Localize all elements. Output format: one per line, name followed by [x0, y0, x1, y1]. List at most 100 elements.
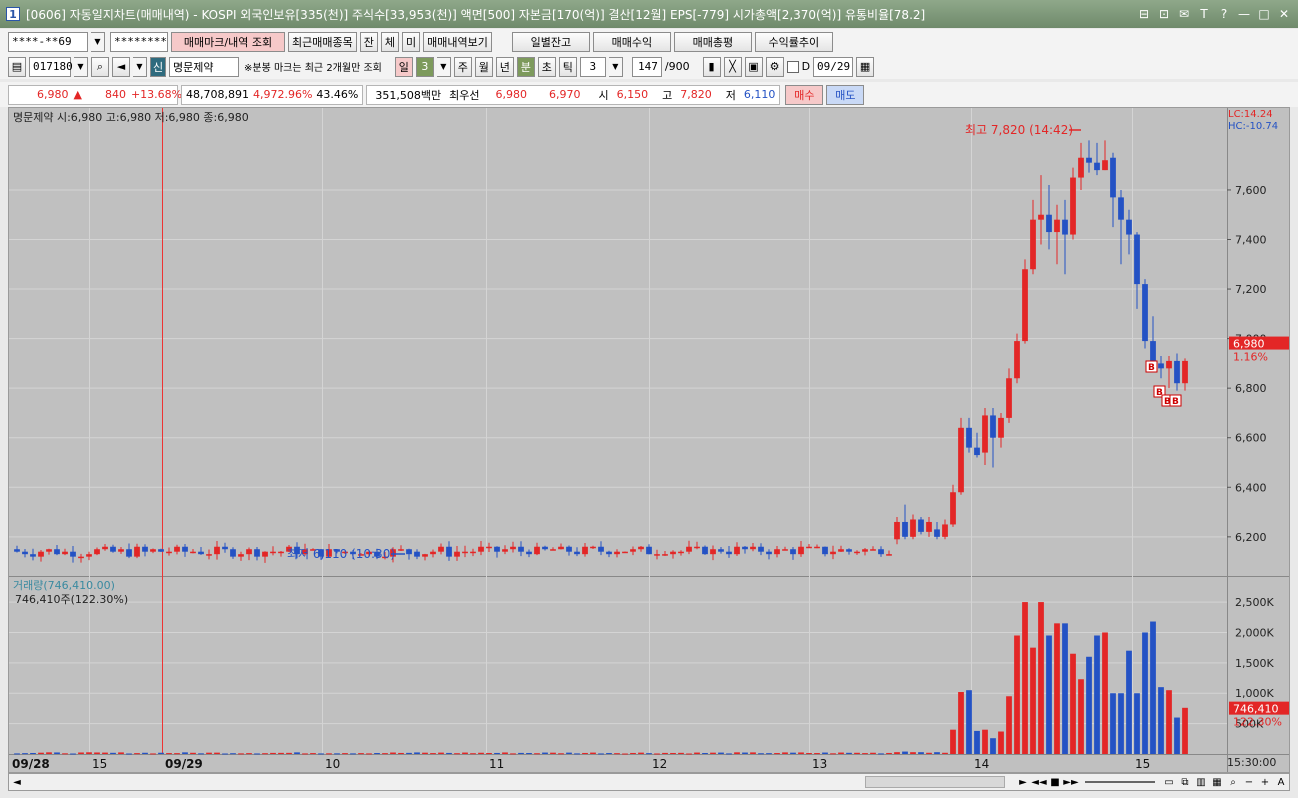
account-input[interactable]: ****-**69: [8, 31, 88, 52]
candle-body: [590, 546, 596, 549]
chart-type-icon[interactable]: ▮: [702, 56, 721, 77]
play-icon[interactable]: ►►: [1063, 774, 1079, 790]
candle-body: [894, 521, 900, 540]
volume-bar: [686, 753, 692, 755]
font-size-icon[interactable]: A: [1273, 774, 1289, 790]
link-icon[interactable]: ⊟: [1136, 7, 1152, 21]
candle-body: [918, 519, 924, 532]
filled-button[interactable]: 체: [380, 31, 399, 52]
scroll-thumb[interactable]: [865, 776, 1005, 788]
volume-bar: [606, 753, 612, 755]
volume-bar: [174, 753, 180, 755]
stock-name-field[interactable]: 명문제약: [169, 56, 239, 77]
pin-icon[interactable]: ✉: [1176, 7, 1192, 21]
interval-dropdown-icon[interactable]: ▼: [608, 56, 623, 77]
date-checkbox[interactable]: [786, 60, 799, 73]
trade-summary-button[interactable]: 매매총평: [673, 31, 752, 52]
rewind-icon[interactable]: ◄◄: [1031, 774, 1047, 790]
balance-button[interactable]: 잔: [359, 31, 378, 52]
layout-icon[interactable]: ▤: [8, 56, 26, 77]
volume-bar: [1054, 623, 1060, 754]
volume-bar: [94, 752, 100, 754]
current-price-label: 6,980: [1233, 338, 1265, 351]
current-volume-label: 746,410: [1233, 703, 1279, 716]
chart-scrollbar[interactable]: ◄ ► ◄◄ ■ ►► ▭ ⧉ ▥ ▦ ⌕ − + A: [8, 773, 1290, 791]
candle-body: [1046, 214, 1052, 233]
volume-bar: [286, 752, 292, 754]
volume-bar: [846, 752, 852, 754]
candle-body: [782, 549, 788, 551]
sell-button[interactable]: 매도: [826, 84, 865, 105]
price-axis-label: 6,200: [1235, 531, 1267, 544]
candle-body: [190, 551, 196, 554]
scroll-left-icon[interactable]: ◄: [9, 774, 25, 790]
candle-body: [422, 554, 428, 557]
volume-pct: 4,972.96%: [252, 88, 313, 101]
candle-body: [134, 546, 140, 557]
buy-button[interactable]: 매수: [785, 84, 824, 105]
candle-body: [206, 554, 212, 556]
candle-body: [630, 549, 636, 552]
unfilled-button[interactable]: 미: [401, 31, 421, 52]
zoom-slider[interactable]: [1085, 781, 1155, 783]
tab-year[interactable]: 년: [495, 56, 514, 77]
volume-bar: [1062, 623, 1068, 754]
code-dropdown-icon[interactable]: ▼: [74, 56, 88, 77]
stop-icon[interactable]: ■: [1047, 774, 1063, 790]
font-icon[interactable]: T: [1196, 7, 1212, 21]
tab-tick[interactable]: 틱: [558, 56, 577, 77]
tab-second[interactable]: 초: [537, 56, 556, 77]
candle-body: [982, 415, 988, 453]
password-input[interactable]: ********: [110, 31, 168, 52]
tab-minute[interactable]: 분: [516, 56, 535, 77]
day-count-value[interactable]: 3: [415, 56, 434, 77]
trade-mark-query-button[interactable]: 매매마크/내역 조회: [171, 31, 285, 52]
dock-icon[interactable]: ⊡: [1156, 7, 1172, 21]
interval-input[interactable]: 3: [579, 56, 606, 77]
tab-day[interactable]: 일: [394, 56, 413, 77]
trade-profit-button[interactable]: 매매수익: [592, 31, 671, 52]
grid-icon[interactable]: ▦: [1209, 774, 1225, 790]
search-icon[interactable]: ⌕: [91, 56, 109, 77]
chart-area[interactable]: 7,6007,4007,2007,0006,8006,6006,4006,200…: [8, 107, 1290, 773]
volume-bar: [510, 753, 516, 755]
volume-bar: [222, 753, 228, 755]
save-icon[interactable]: ▣: [744, 56, 763, 77]
zoom-in-icon[interactable]: +: [1257, 774, 1273, 790]
candle-body: [974, 447, 980, 456]
date-input[interactable]: 09/29: [813, 56, 854, 77]
account-dropdown-icon[interactable]: ▼: [91, 31, 105, 52]
minimize-button[interactable]: —: [1236, 7, 1252, 21]
speaker-dropdown-icon[interactable]: ▼: [133, 56, 147, 77]
zoom-icon[interactable]: ⌕: [1225, 774, 1241, 790]
bar-count-input[interactable]: 147: [631, 56, 662, 77]
window-icon[interactable]: ▭: [1161, 774, 1177, 790]
draw-tool-icon[interactable]: ╳: [723, 56, 742, 77]
settings-icon[interactable]: ⚙: [765, 56, 784, 77]
help-icon[interactable]: ?: [1216, 7, 1232, 21]
daily-balance-button[interactable]: 일별잔고: [511, 31, 590, 52]
return-trend-button[interactable]: 수익률추이: [754, 31, 833, 52]
close-button[interactable]: ✕: [1276, 7, 1292, 21]
candle-body: [230, 549, 236, 557]
candlestick-chart[interactable]: 7,6007,4007,2007,0006,8006,6006,4006,200…: [9, 108, 1289, 772]
candle-body: [550, 549, 556, 551]
overlay-icon[interactable]: ⧉: [1177, 774, 1193, 790]
maximize-button[interactable]: □: [1256, 7, 1272, 21]
volume-bar: [1014, 635, 1020, 754]
volume-bar: [862, 753, 868, 755]
calendar-icon[interactable]: ▦: [856, 56, 875, 77]
recent-trades-button[interactable]: 최근매매종목: [288, 31, 357, 52]
volume-bar: [1070, 653, 1076, 754]
trade-history-button[interactable]: 매매내역보기: [423, 31, 492, 52]
speaker-icon[interactable]: ◄: [112, 56, 130, 77]
scroll-right-icon[interactable]: ►: [1015, 774, 1031, 790]
tab-week[interactable]: 주: [453, 56, 472, 77]
tab-month[interactable]: 월: [474, 56, 493, 77]
price-axis-label: 7,200: [1235, 283, 1267, 296]
zoom-out-icon[interactable]: −: [1241, 774, 1257, 790]
candle-body: [838, 549, 844, 552]
split-icon[interactable]: ▥: [1193, 774, 1209, 790]
day-count-dropdown-icon[interactable]: ▼: [436, 56, 451, 77]
stock-code-input[interactable]: 017180: [29, 56, 73, 77]
